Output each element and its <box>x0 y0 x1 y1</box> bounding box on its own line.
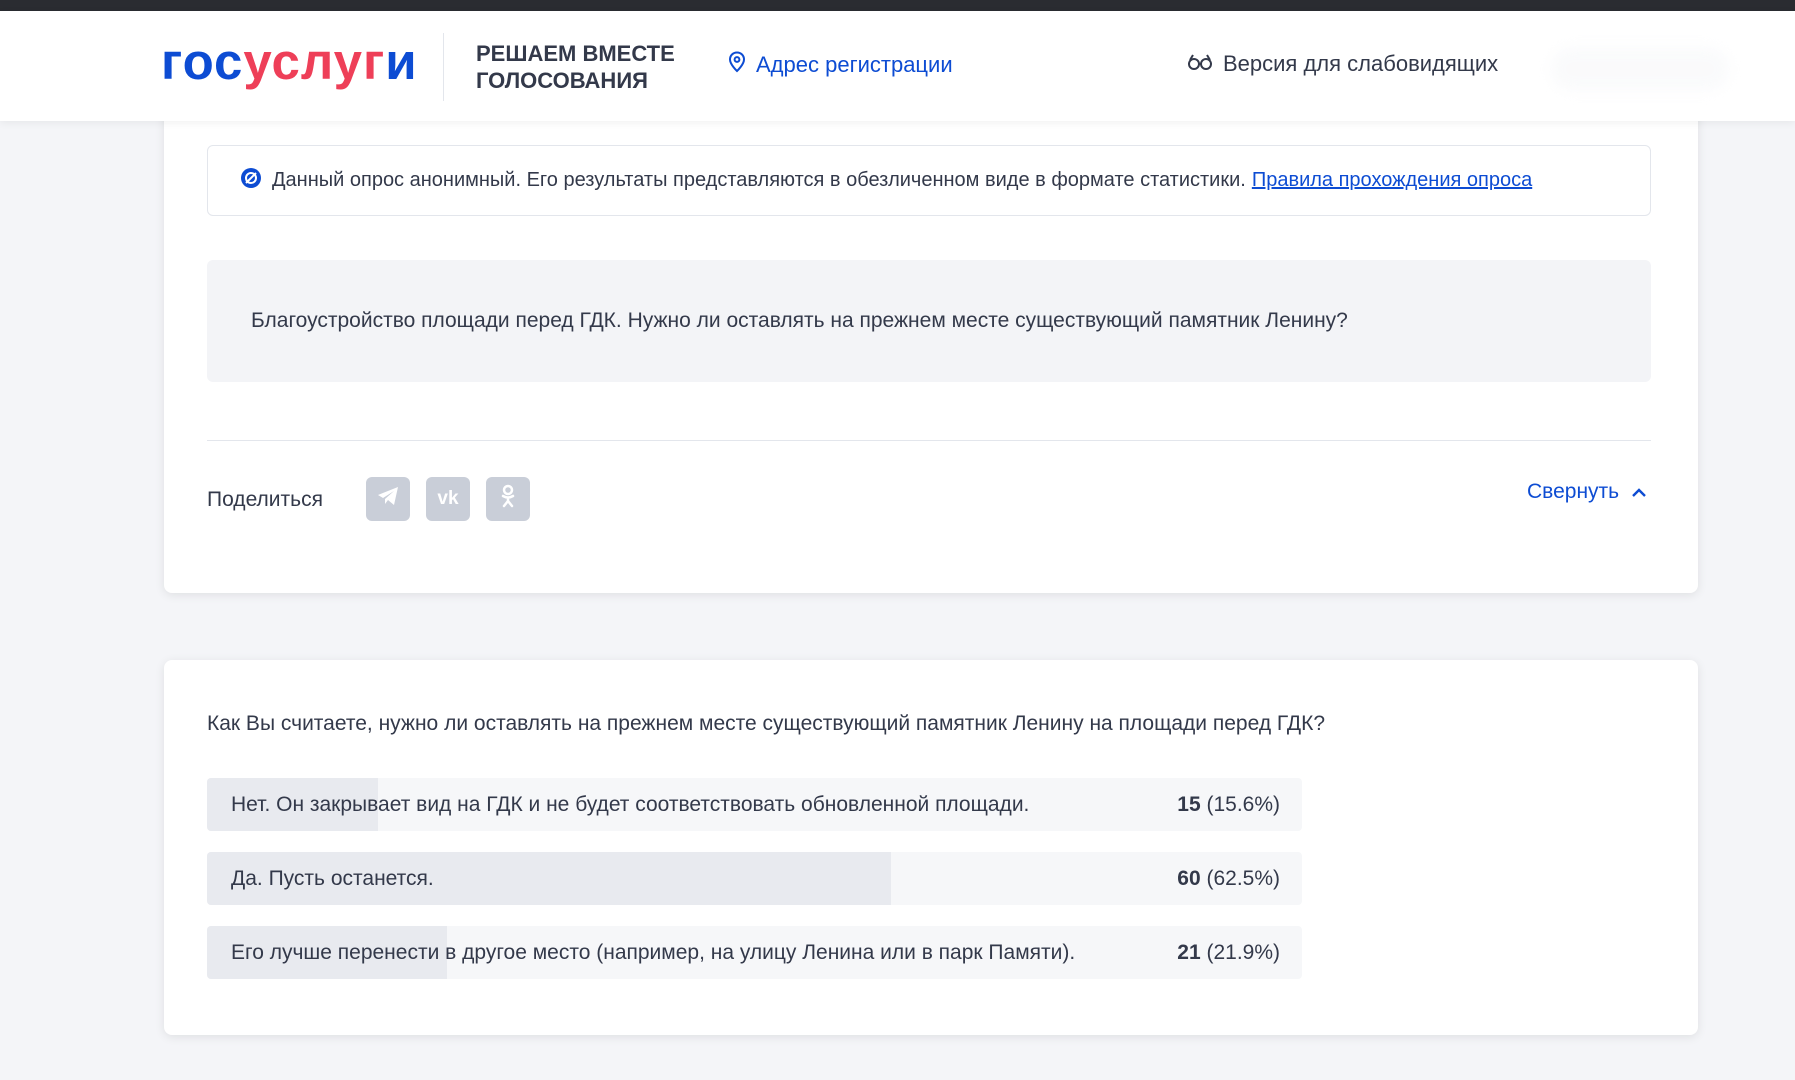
poll-answer-label: Да. Пусть останется. <box>231 867 434 890</box>
share-vk-button[interactable]: vk <box>426 477 470 521</box>
location-pin-icon <box>728 51 746 79</box>
share-label: Поделиться <box>207 488 323 511</box>
telegram-icon <box>376 486 400 512</box>
poll-answer-count: 60 <box>1177 867 1201 890</box>
logo-part-uslug: услуг <box>243 33 386 90</box>
survey-topic: Благоустройство площади перед ГДК. Нужно… <box>207 260 1651 382</box>
survey-info-card: Данный опрос анонимный. Его результаты п… <box>164 90 1698 593</box>
anonymous-notice-text: Данный опрос анонимный. Его результаты п… <box>272 169 1246 191</box>
header-divider <box>443 33 444 101</box>
anonymous-notice: Данный опрос анонимный. Его результаты п… <box>207 145 1651 216</box>
poll-answer-row: Да. Пусть останется. 60 (62.5%) <box>207 852 1302 905</box>
address-link-label: Адрес регистрации <box>756 52 953 77</box>
project-title[interactable]: РЕШАЕМ ВМЕСТЕ ГОЛОСОВАНИЯ <box>476 40 675 94</box>
poll-answer-result: 15 (15.6%) <box>1177 778 1280 831</box>
chevron-up-icon <box>1631 480 1647 504</box>
blurred-login-button[interactable] <box>1550 47 1730 91</box>
vk-icon: vk <box>437 488 459 509</box>
share-odnoklassniki-button[interactable] <box>486 477 530 521</box>
glasses-icon <box>1187 51 1213 77</box>
poll-answer-result: 21 (21.9%) <box>1177 926 1280 979</box>
gosuslugi-logo[interactable]: госуслуги <box>161 31 418 93</box>
poll-results-card: Как Вы считаете, нужно ли оставлять на п… <box>164 660 1698 1035</box>
anonymous-icon <box>240 167 262 195</box>
survey-rules-link[interactable]: Правила прохождения опроса <box>1252 169 1532 192</box>
poll-answer-percent: (21.9%) <box>1206 941 1280 964</box>
odnoklassniki-icon <box>500 484 516 514</box>
browser-top-strip <box>0 0 1795 11</box>
project-title-line2: ГОЛОСОВАНИЯ <box>476 68 648 93</box>
poll-answers: Нет. Он закрывает вид на ГДК и не будет … <box>207 778 1302 1000</box>
collapse-link-label: Свернуть <box>1527 480 1620 503</box>
poll-answer-row: Его лучше перенести в другое место (напр… <box>207 926 1302 979</box>
poll-answer-label: Нет. Он закрывает вид на ГДК и не будет … <box>231 793 1030 816</box>
project-title-line1: РЕШАЕМ ВМЕСТЕ <box>476 41 675 66</box>
poll-answer-count: 15 <box>1177 793 1201 816</box>
poll-answer-label: Его лучше перенести в другое место (напр… <box>231 941 1076 964</box>
poll-question: Как Вы считаете, нужно ли оставлять на п… <box>207 712 1326 735</box>
logo-part-i: и <box>385 33 418 90</box>
share-telegram-button[interactable] <box>366 477 410 521</box>
card-divider <box>207 440 1651 441</box>
low-vision-link[interactable]: Версия для слабовидящих <box>1187 51 1498 77</box>
poll-answer-percent: (62.5%) <box>1206 867 1280 890</box>
poll-answer-count: 21 <box>1177 941 1201 964</box>
low-vision-link-label: Версия для слабовидящих <box>1223 51 1499 76</box>
poll-answer-row: Нет. Он закрывает вид на ГДК и не будет … <box>207 778 1302 831</box>
logo-part-gos: гос <box>161 33 244 90</box>
poll-answer-result: 60 (62.5%) <box>1177 852 1280 905</box>
site-header: госуслуги РЕШАЕМ ВМЕСТЕ ГОЛОСОВАНИЯ Адре… <box>0 11 1795 121</box>
poll-answer-percent: (15.6%) <box>1206 793 1280 816</box>
address-link[interactable]: Адрес регистрации <box>728 51 953 79</box>
collapse-link[interactable]: Свернуть <box>1527 480 1647 504</box>
